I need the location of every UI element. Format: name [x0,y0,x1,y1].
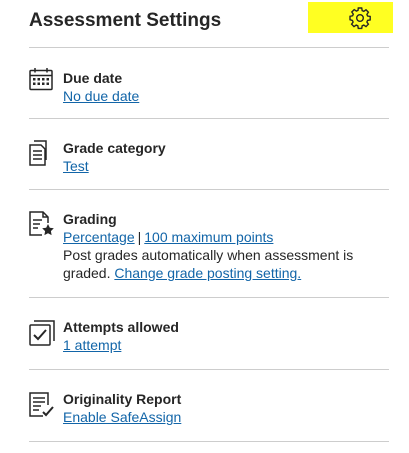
panel-title: Assessment Settings [29,10,222,31]
link-separator: | [137,229,142,245]
attempts-check-icon [29,320,55,346]
gear-icon [349,7,371,30]
panel-header: Assessment Settings [29,0,393,48]
attempts-label: Attempts allowed [63,319,179,335]
grading-label: Grading [63,211,117,227]
enable-safeassign-link[interactable]: Enable SafeAssign [63,409,181,425]
attempts-section: Attempts allowed 1 attempt [29,298,389,370]
due-date-section: Due date No due date [29,48,389,119]
due-date-label: Due date [63,70,123,86]
grading-star-icon [29,211,54,236]
settings-button[interactable] [308,2,393,33]
originality-report-icon [29,392,54,417]
max-points-link[interactable]: 100 maximum points [144,229,273,245]
grade-posting-link[interactable]: Change grade posting setting. [114,265,301,281]
document-icon [29,140,47,166]
due-date-link[interactable]: No due date [63,88,139,104]
grade-category-section: Grade category Test [29,119,389,190]
originality-label: Originality Report [63,391,182,407]
calendar-icon [29,68,53,91]
grade-schema-link[interactable]: Percentage [63,229,135,245]
grading-section: Grading Percentage | 100 maximum points Po… [29,190,389,298]
originality-section: Originality Report Enable SafeAssign [29,370,389,442]
grade-category-label: Grade category [63,140,166,156]
grade-category-link[interactable]: Test [63,158,89,174]
attempts-link[interactable]: 1 attempt [63,337,121,353]
